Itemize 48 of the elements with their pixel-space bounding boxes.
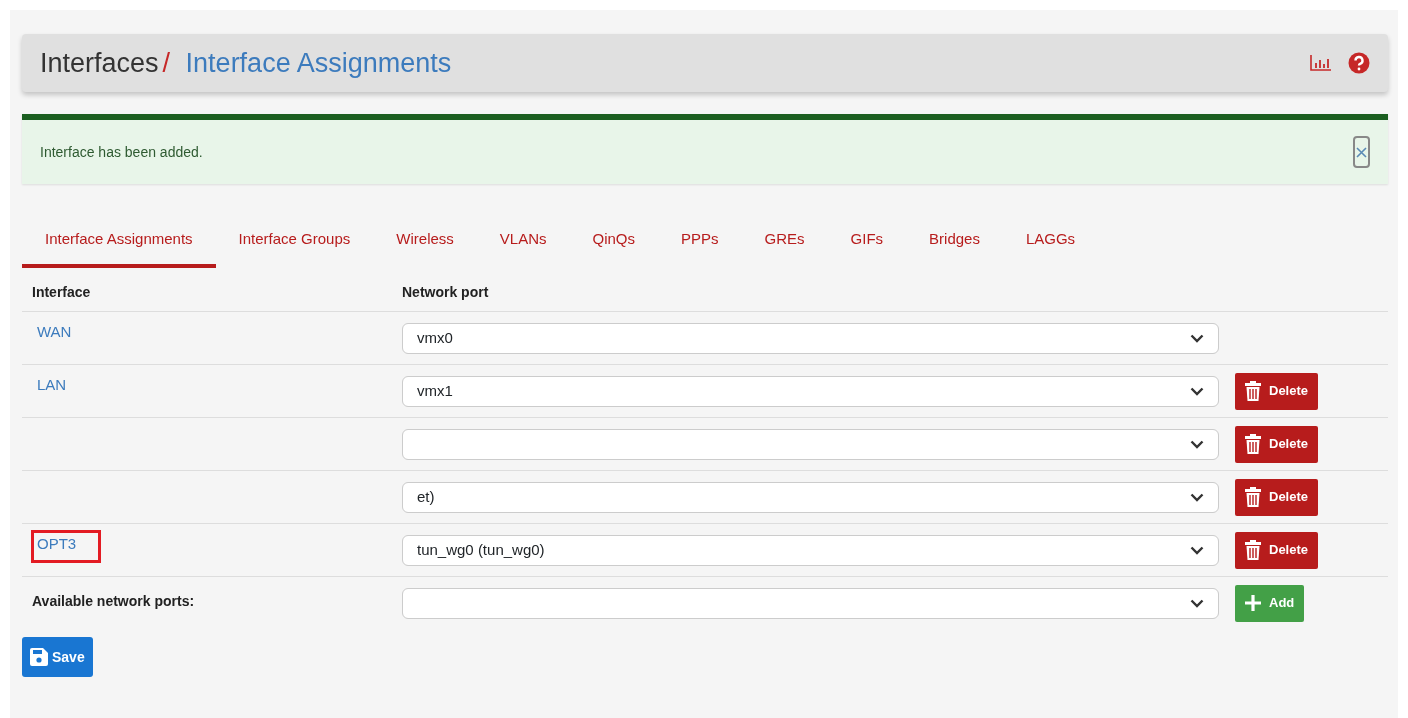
available-ports-label: Available network ports:: [32, 593, 195, 609]
trash-icon: [1245, 434, 1261, 454]
select-field[interactable]: vmx1: [402, 375, 1219, 407]
save-icon: [30, 648, 48, 666]
chevron-down-icon: [1190, 545, 1204, 555]
chevron-down-icon: [1190, 333, 1204, 343]
delete-button[interactable]: Delete: [1235, 372, 1319, 410]
tab[interactable]: Interface Groups: [215, 214, 374, 268]
save-button[interactable]: Save: [22, 637, 93, 677]
tab[interactable]: Interface Assignments: [22, 214, 216, 268]
delete-button[interactable]: Delete: [1235, 425, 1319, 463]
help-icon[interactable]: [1348, 52, 1370, 74]
trash-icon: [1245, 487, 1261, 507]
chart-icon[interactable]: [1310, 55, 1332, 71]
tab[interactable]: GREs: [741, 214, 828, 268]
tab[interactable]: VLANs: [476, 214, 570, 268]
tab[interactable]: Wireless: [373, 214, 477, 268]
select-field[interactable]: tun_wg0 (tun_wg0): [402, 534, 1219, 566]
tab[interactable]: GIFs: [827, 214, 907, 268]
select-field[interactable]: et): [402, 481, 1219, 513]
close-icon: [1356, 147, 1367, 159]
interface-link[interactable]: WAN: [31, 318, 97, 351]
tab[interactable]: QinQs: [569, 214, 659, 268]
trash-icon: [1245, 540, 1261, 560]
chevron-down-icon: [1190, 598, 1204, 608]
chevron-down-icon: [1190, 386, 1204, 396]
select-field[interactable]: [402, 587, 1219, 619]
trash-icon: [1245, 381, 1261, 401]
tab[interactable]: PPPs: [658, 214, 742, 268]
interface-link[interactable]: LAN: [31, 371, 92, 404]
close-button[interactable]: [1353, 136, 1370, 168]
add-button[interactable]: Add: [1235, 584, 1305, 622]
chevron-down-icon: [1190, 439, 1204, 449]
column-header: Interface: [32, 283, 92, 302]
plus-icon: [1245, 595, 1261, 611]
breadcrumb-separator: /: [162, 47, 171, 78]
page-title[interactable]: Interface Assignments: [185, 47, 452, 78]
interface-link[interactable]: OPT3: [31, 530, 102, 563]
delete-button[interactable]: Delete: [1235, 478, 1319, 516]
select-field[interactable]: [402, 428, 1219, 460]
tab[interactable]: LAGGs: [1002, 214, 1099, 268]
breadcrumb-link[interactable]: Interfaces: [40, 47, 159, 78]
chevron-down-icon: [1190, 492, 1204, 502]
select-field[interactable]: vmx0: [402, 322, 1219, 354]
column-header: Network port: [402, 283, 489, 302]
delete-button[interactable]: Delete: [1235, 531, 1319, 569]
alert-message: Interface has been added.: [40, 142, 203, 162]
tab[interactable]: Bridges: [906, 214, 1003, 268]
